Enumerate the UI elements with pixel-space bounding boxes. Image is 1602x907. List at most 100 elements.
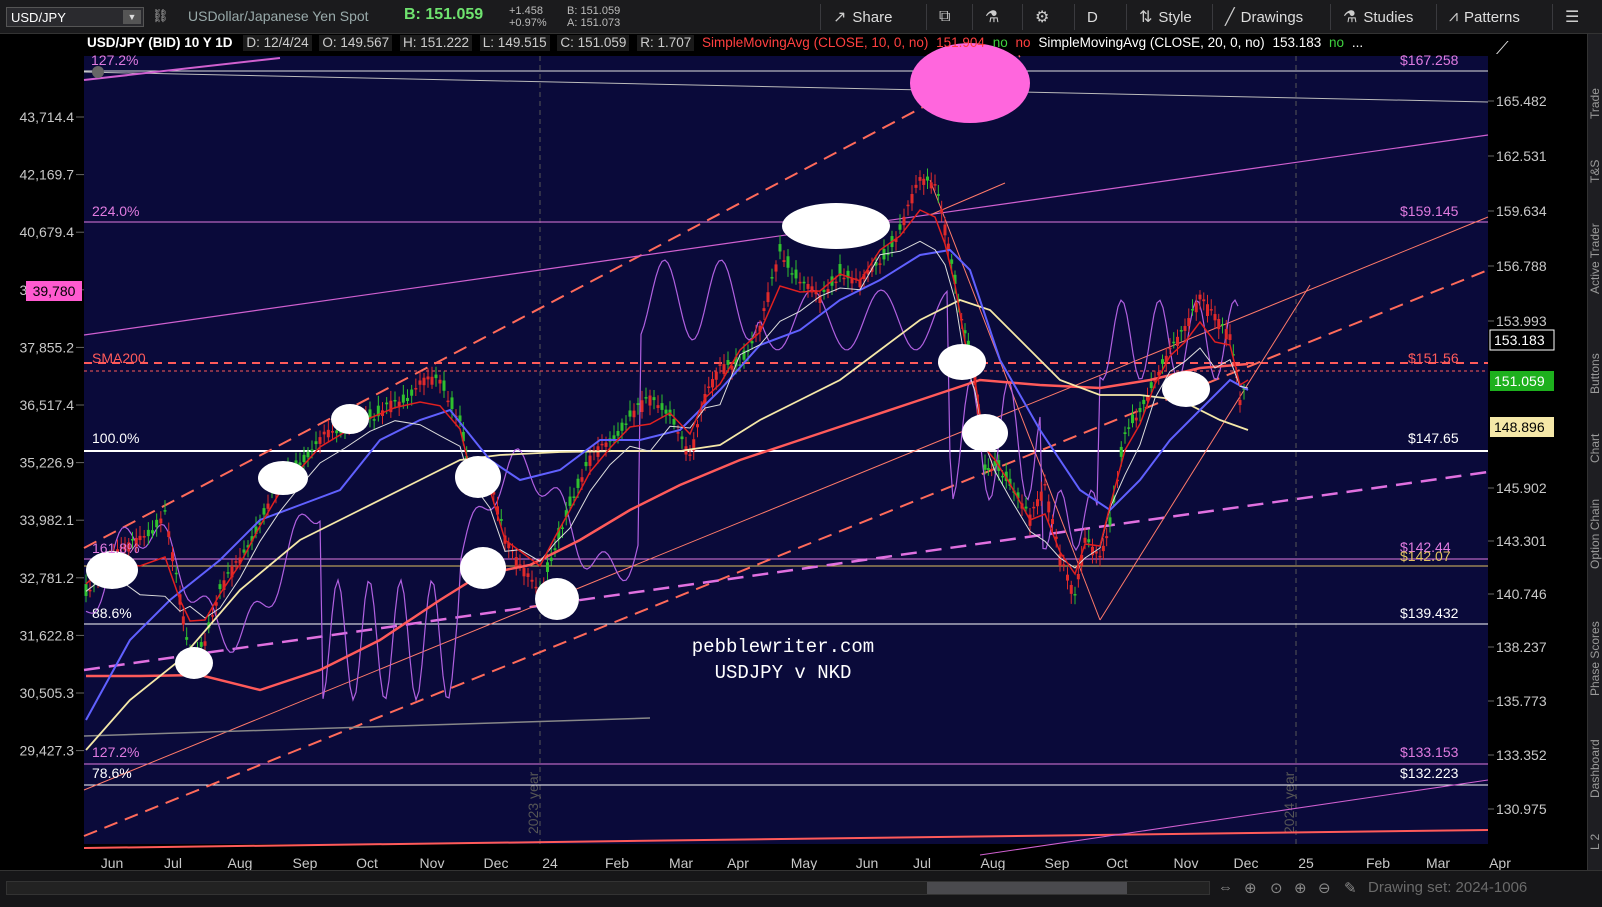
right-axis-label: 143.301 (1496, 533, 1547, 549)
link-icon[interactable]: ⛓ (152, 8, 169, 26)
candle-body (397, 401, 401, 407)
candle-body (770, 277, 774, 279)
watermark-line1: pebblewriter.com (692, 636, 874, 658)
candle-body (878, 263, 882, 265)
fib-label: 78.6% (92, 765, 132, 781)
high-value: H: 151.222 (399, 35, 473, 51)
zoom-fit-icon[interactable]: ⊕ (1244, 879, 1257, 897)
fib-label: 127.2% (92, 744, 139, 760)
chart-header: USD/JPY (BID) 10 Y 1D D: 12/4/24 O: 149.… (84, 35, 1484, 56)
drawings-button[interactable]: ╱ Drawings (1212, 4, 1303, 30)
candle-body (1127, 427, 1131, 429)
candle-body (929, 182, 933, 189)
menu-button[interactable]: ☰ (1552, 4, 1579, 30)
highlight-ellipse (455, 456, 501, 498)
scrollbar-thumb[interactable] (927, 882, 1127, 894)
pencil-icon: ╱ (1225, 9, 1235, 26)
candle-body (185, 637, 189, 640)
candle-body (572, 496, 576, 498)
settings-button[interactable]: ⚙ (1022, 4, 1049, 30)
drawing-set-label[interactable]: Drawing set: 2024-1006 (1368, 879, 1527, 896)
chevron-down-icon[interactable]: ▼ (123, 10, 141, 24)
flask-button[interactable]: ⚗ (972, 4, 999, 30)
candle-body (636, 403, 640, 405)
zoom-reset-icon[interactable]: ⊙ (1270, 879, 1283, 897)
x-axis-label: Oct (1106, 855, 1128, 870)
x-axis-label: Nov (420, 855, 445, 870)
sma20-value: 153.183 (1272, 35, 1322, 50)
patterns-button[interactable]: ⩘ Patterns (1436, 4, 1520, 30)
side-tab[interactable]: L 2 (1588, 824, 1602, 860)
year-label-2023: 2023 year (525, 771, 541, 834)
drawing-tool-icon[interactable]: ⟋ (1496, 38, 1509, 59)
candle-body (499, 519, 503, 521)
right-axis-label: 159.634 (1496, 203, 1547, 219)
candle-body (906, 204, 910, 207)
side-tab[interactable]: Trade (1588, 74, 1602, 134)
left-axis-badge: 39,780 (33, 283, 76, 299)
sma20-label[interactable]: SimpleMovingAvg (CLOSE, 20, 0, no) (1038, 35, 1264, 50)
candle-body (414, 387, 418, 390)
price-chart[interactable]: 2023 year 2024 year 127.2% 224.0% SMA200… (0, 34, 1587, 870)
candle-body (151, 530, 154, 534)
candle-body (1217, 319, 1221, 330)
settings-dot-icon[interactable] (92, 66, 104, 78)
side-tab[interactable]: Option Chain (1588, 479, 1602, 589)
candle-body (266, 503, 270, 509)
side-tab[interactable]: Buttons (1588, 334, 1602, 414)
candle-body (718, 364, 722, 366)
level-price-label: $159.145 (1400, 203, 1459, 219)
candle-body (1083, 537, 1087, 543)
share-button[interactable]: ↗ Share (820, 4, 892, 30)
pan-icon[interactable]: ⇔ (1218, 879, 1233, 896)
share-icon: ↗ (833, 9, 847, 26)
candle-body (790, 273, 794, 275)
side-tab[interactable]: T&S (1588, 146, 1602, 196)
pencil-icon[interactable]: ✎ (1344, 879, 1357, 897)
chart-area[interactable]: 2023 year 2024 year 127.2% 224.0% SMA200… (0, 34, 1587, 870)
horizontal-scrollbar[interactable] (6, 881, 1210, 895)
bid-small: B: 151.059 (567, 5, 621, 17)
style-button[interactable]: ⇅ Style (1126, 4, 1192, 30)
candle-body (553, 548, 557, 551)
side-tab[interactable]: Dashboard (1588, 722, 1602, 816)
sma10-label[interactable]: SimpleMovingAvg (CLOSE, 10, 0, no) (702, 35, 928, 50)
candle-body (1062, 564, 1066, 566)
zoom-in-icon[interactable]: ⊕ (1294, 879, 1307, 897)
candle-body (1043, 484, 1047, 486)
candle-body (1209, 309, 1213, 311)
side-tab[interactable]: Chart (1588, 420, 1602, 476)
candle-body (393, 399, 397, 402)
studies-button[interactable]: ⚗ Studies (1330, 4, 1413, 30)
left-axis-label: 40,679.4 (20, 224, 75, 240)
side-tab[interactable]: Active Trader (1588, 199, 1602, 319)
candle-body (1087, 539, 1091, 543)
patterns-icon: ⩘ (1449, 8, 1459, 25)
candle-body (983, 464, 987, 470)
zoom-out-icon[interactable]: ⊖ (1318, 879, 1331, 897)
candle-body (418, 380, 422, 385)
candle-body (898, 224, 902, 230)
sma20-no: no (1329, 35, 1345, 50)
candle-body (616, 431, 620, 436)
level-price-label: $147.65 (1408, 430, 1459, 446)
highlight-ellipse (331, 404, 369, 434)
candle-body (750, 341, 754, 344)
candle-body (922, 178, 926, 185)
candle-body (1032, 506, 1036, 509)
change-pct: +0.97% (509, 17, 547, 29)
candle-body (842, 277, 846, 280)
candle-body (940, 209, 944, 214)
symbol-input[interactable]: USD/JPY ▼ (6, 7, 144, 27)
snapshot-button[interactable]: ⧉ (926, 4, 950, 30)
more-studies[interactable]: ... (1352, 35, 1363, 50)
side-tab[interactable]: Phase Scores (1588, 604, 1602, 714)
x-axis-label: 24 (542, 855, 558, 870)
timeframe-button[interactable]: D (1074, 4, 1098, 30)
candle-body (1098, 555, 1102, 558)
candle-body (652, 397, 656, 401)
candle-body (612, 435, 616, 440)
right-axis-label: 153.993 (1496, 313, 1547, 329)
candle-body (902, 216, 906, 226)
highlight-ellipse (175, 647, 213, 679)
